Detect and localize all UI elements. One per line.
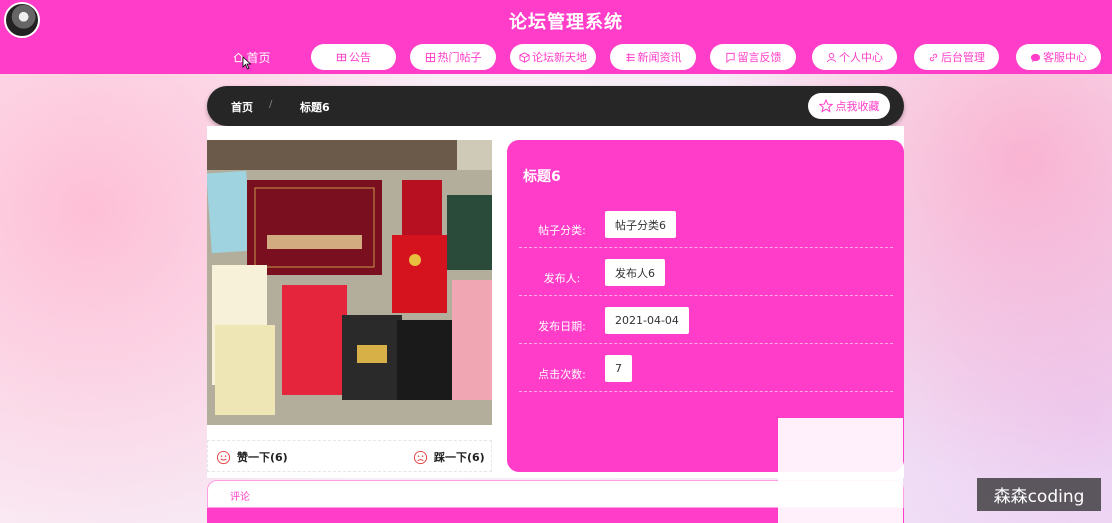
notice-icon	[336, 53, 347, 61]
nav-label: 热门帖子	[437, 51, 482, 64]
field-row-clicks: 点击次数: 7	[519, 352, 893, 392]
favorite-button[interactable]: 点我收藏	[808, 93, 890, 119]
nav-hot-posts[interactable]: 热门帖子	[410, 44, 496, 70]
breadcrumb: 首页 / 标题6 点我收藏	[207, 86, 904, 126]
smile-icon	[216, 450, 231, 464]
nav-feedback[interactable]: 留言反馈	[710, 44, 796, 70]
favorite-label: 点我收藏	[835, 100, 880, 113]
star-icon	[818, 99, 833, 113]
news-icon	[625, 52, 635, 62]
nav-news[interactable]: 新闻资讯	[610, 44, 696, 70]
field-label: 点击次数:	[538, 368, 586, 381]
like-label: 赞一下(6)	[237, 451, 288, 464]
field-row-category: 帖子分类: 帖子分类6	[519, 208, 893, 248]
nav-label: 留言反馈	[737, 51, 782, 64]
breadcrumb-separator: /	[269, 99, 273, 110]
field-value: 帖子分类6	[605, 211, 676, 238]
nav-label: 公告	[349, 51, 371, 64]
field-row-date: 发布日期: 2021-04-04	[519, 304, 893, 344]
field-value: 发布人6	[605, 259, 665, 286]
vote-row: 赞一下(6) 踩一下(6)	[207, 440, 492, 472]
post-title: 标题6	[523, 169, 561, 185]
nav-label: 客服中心	[1043, 51, 1087, 64]
dislike-button[interactable]: 踩一下(6)	[413, 449, 485, 465]
site-title: 论坛管理系统	[509, 12, 623, 33]
nav-home[interactable]: 首页	[228, 44, 276, 70]
field-label: 发布日期:	[538, 320, 586, 333]
overlay-block	[778, 418, 903, 523]
hot-posts-icon	[425, 52, 435, 62]
nav-admin[interactable]: 后台管理	[914, 44, 999, 70]
nav-personal[interactable]: 个人中心	[812, 44, 897, 70]
watermark: 森森coding	[977, 478, 1101, 511]
forum-icon	[519, 51, 530, 63]
message-icon	[725, 52, 735, 63]
nav-label: 论坛新天地	[532, 51, 587, 64]
nav-notice[interactable]: 公告	[311, 44, 396, 70]
breadcrumb-current: 标题6	[300, 101, 330, 114]
mouse-cursor-icon	[242, 56, 252, 70]
breadcrumb-home[interactable]: 首页	[231, 99, 253, 115]
post-image	[207, 140, 492, 425]
field-row-author: 发布人: 发布人6	[519, 256, 893, 296]
user-icon	[826, 52, 837, 62]
frown-icon	[413, 450, 428, 464]
nav-label: 个人中心	[839, 51, 883, 64]
nav-label: 后台管理	[941, 51, 985, 64]
link-icon	[929, 53, 938, 61]
field-value: 2021-04-04	[605, 307, 689, 334]
nav-label: 新闻资讯	[637, 51, 682, 64]
dislike-label: 踩一下(6)	[434, 451, 485, 464]
field-label: 帖子分类:	[538, 224, 586, 237]
field-value: 7	[605, 355, 632, 382]
comment-label: 评论	[230, 492, 250, 503]
field-label: 发布人:	[543, 272, 581, 285]
like-button[interactable]: 赞一下(6)	[216, 449, 288, 465]
chat-icon	[1030, 53, 1041, 62]
nav-service[interactable]: 客服中心	[1016, 44, 1101, 70]
nav-forum[interactable]: 论坛新天地	[510, 44, 596, 70]
